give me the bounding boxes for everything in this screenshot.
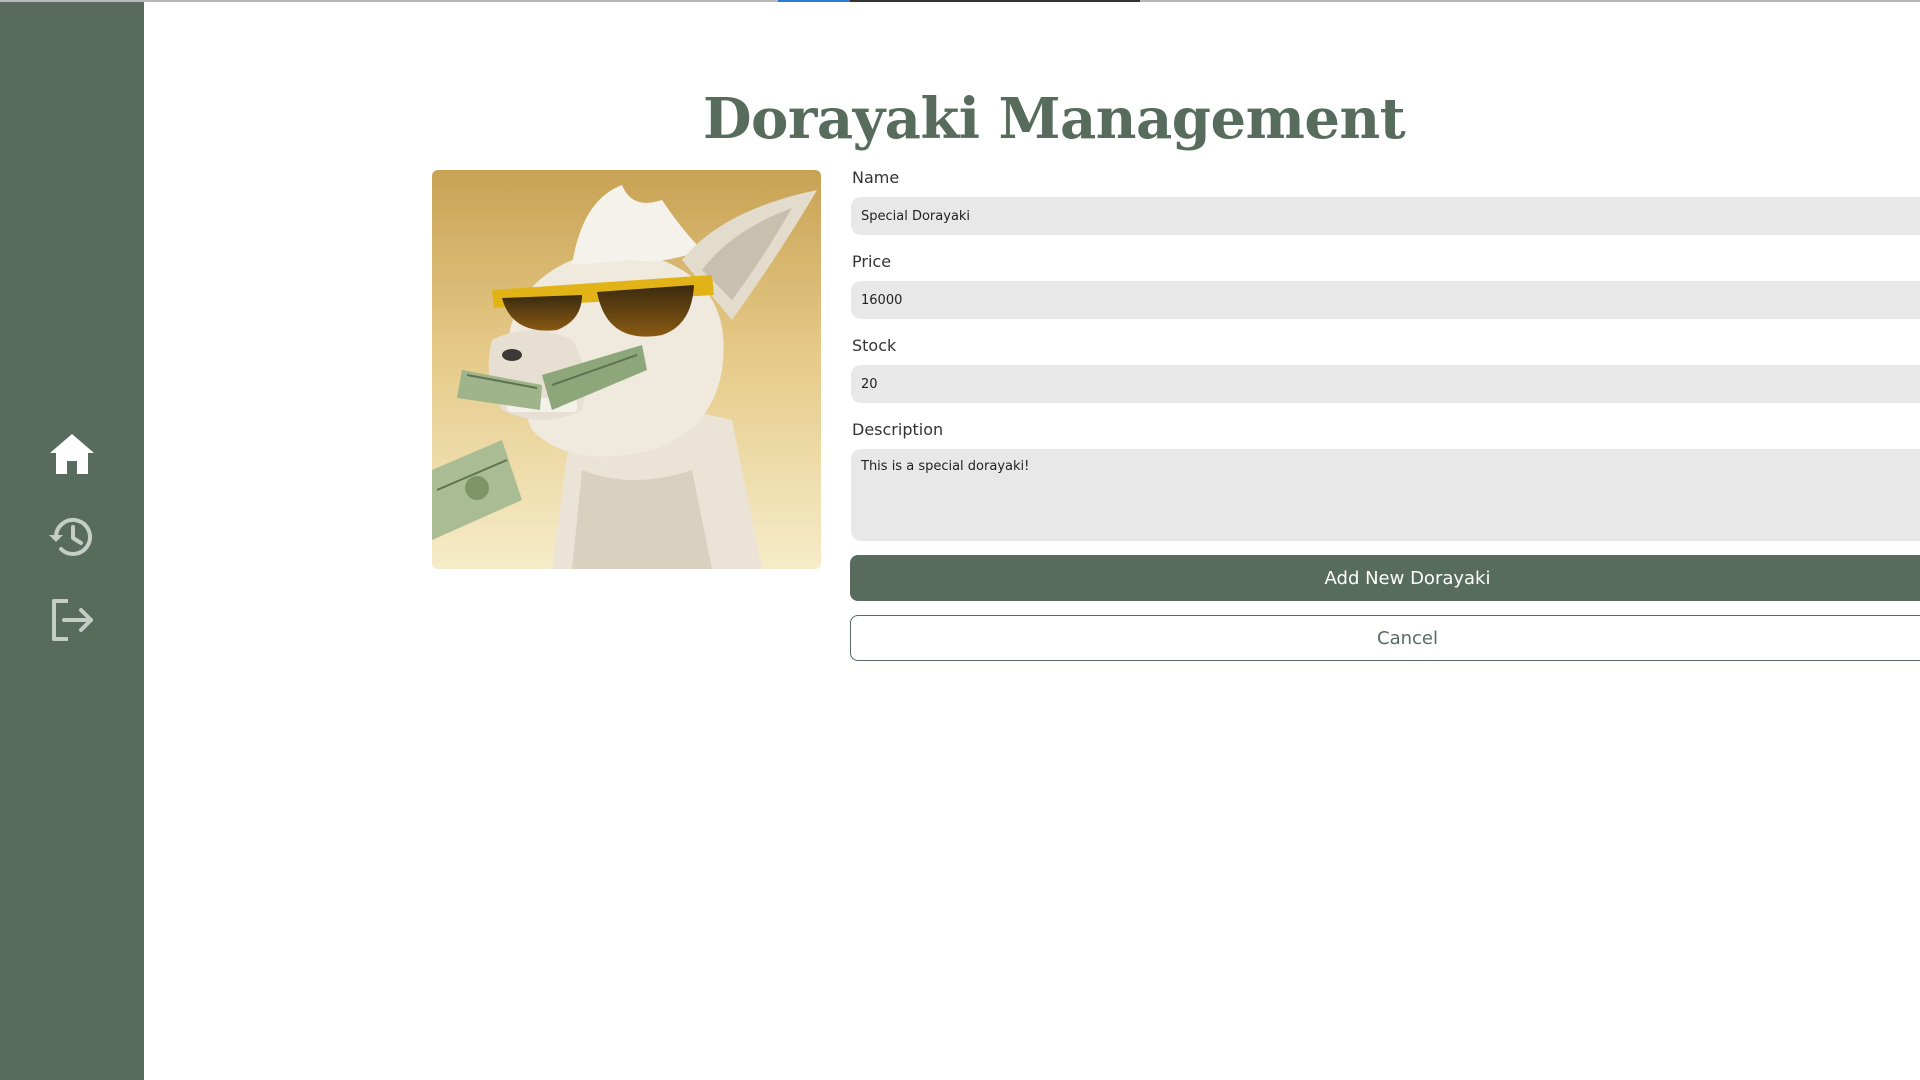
progress-segment [850, 0, 1140, 2]
stock-input[interactable] [851, 365, 1920, 403]
description-textarea[interactable]: This is a special dorayaki! [851, 449, 1920, 541]
loading-progress-bar [0, 0, 1920, 2]
name-input[interactable] [851, 197, 1920, 235]
llama-image [432, 170, 821, 569]
logout-icon [52, 599, 93, 641]
page-title: Dorayaki Management [702, 85, 1406, 152]
sidebar-item-history[interactable] [42, 507, 102, 567]
add-dorayaki-button[interactable]: Add New Dorayaki [850, 555, 1920, 601]
main-content: Dorayaki Management Name Special Dorayak… [144, 0, 1920, 1080]
dorayaki-image [432, 170, 821, 569]
cancel-button[interactable]: Cancel [850, 615, 1920, 661]
price-input[interactable] [851, 281, 1920, 319]
progress-segment [778, 0, 850, 2]
stock-label: Stock [852, 336, 897, 355]
name-label: Name [852, 168, 900, 187]
sidebar [0, 0, 144, 1080]
description-label: Description [852, 420, 944, 439]
home-icon [50, 434, 94, 474]
sidebar-item-home[interactable] [42, 424, 102, 484]
dorayaki-form: Name Price Stock Description This is a s… [850, 168, 1920, 661]
history-icon [49, 517, 92, 556]
sidebar-item-logout[interactable] [42, 590, 102, 650]
price-label: Price [852, 252, 892, 271]
